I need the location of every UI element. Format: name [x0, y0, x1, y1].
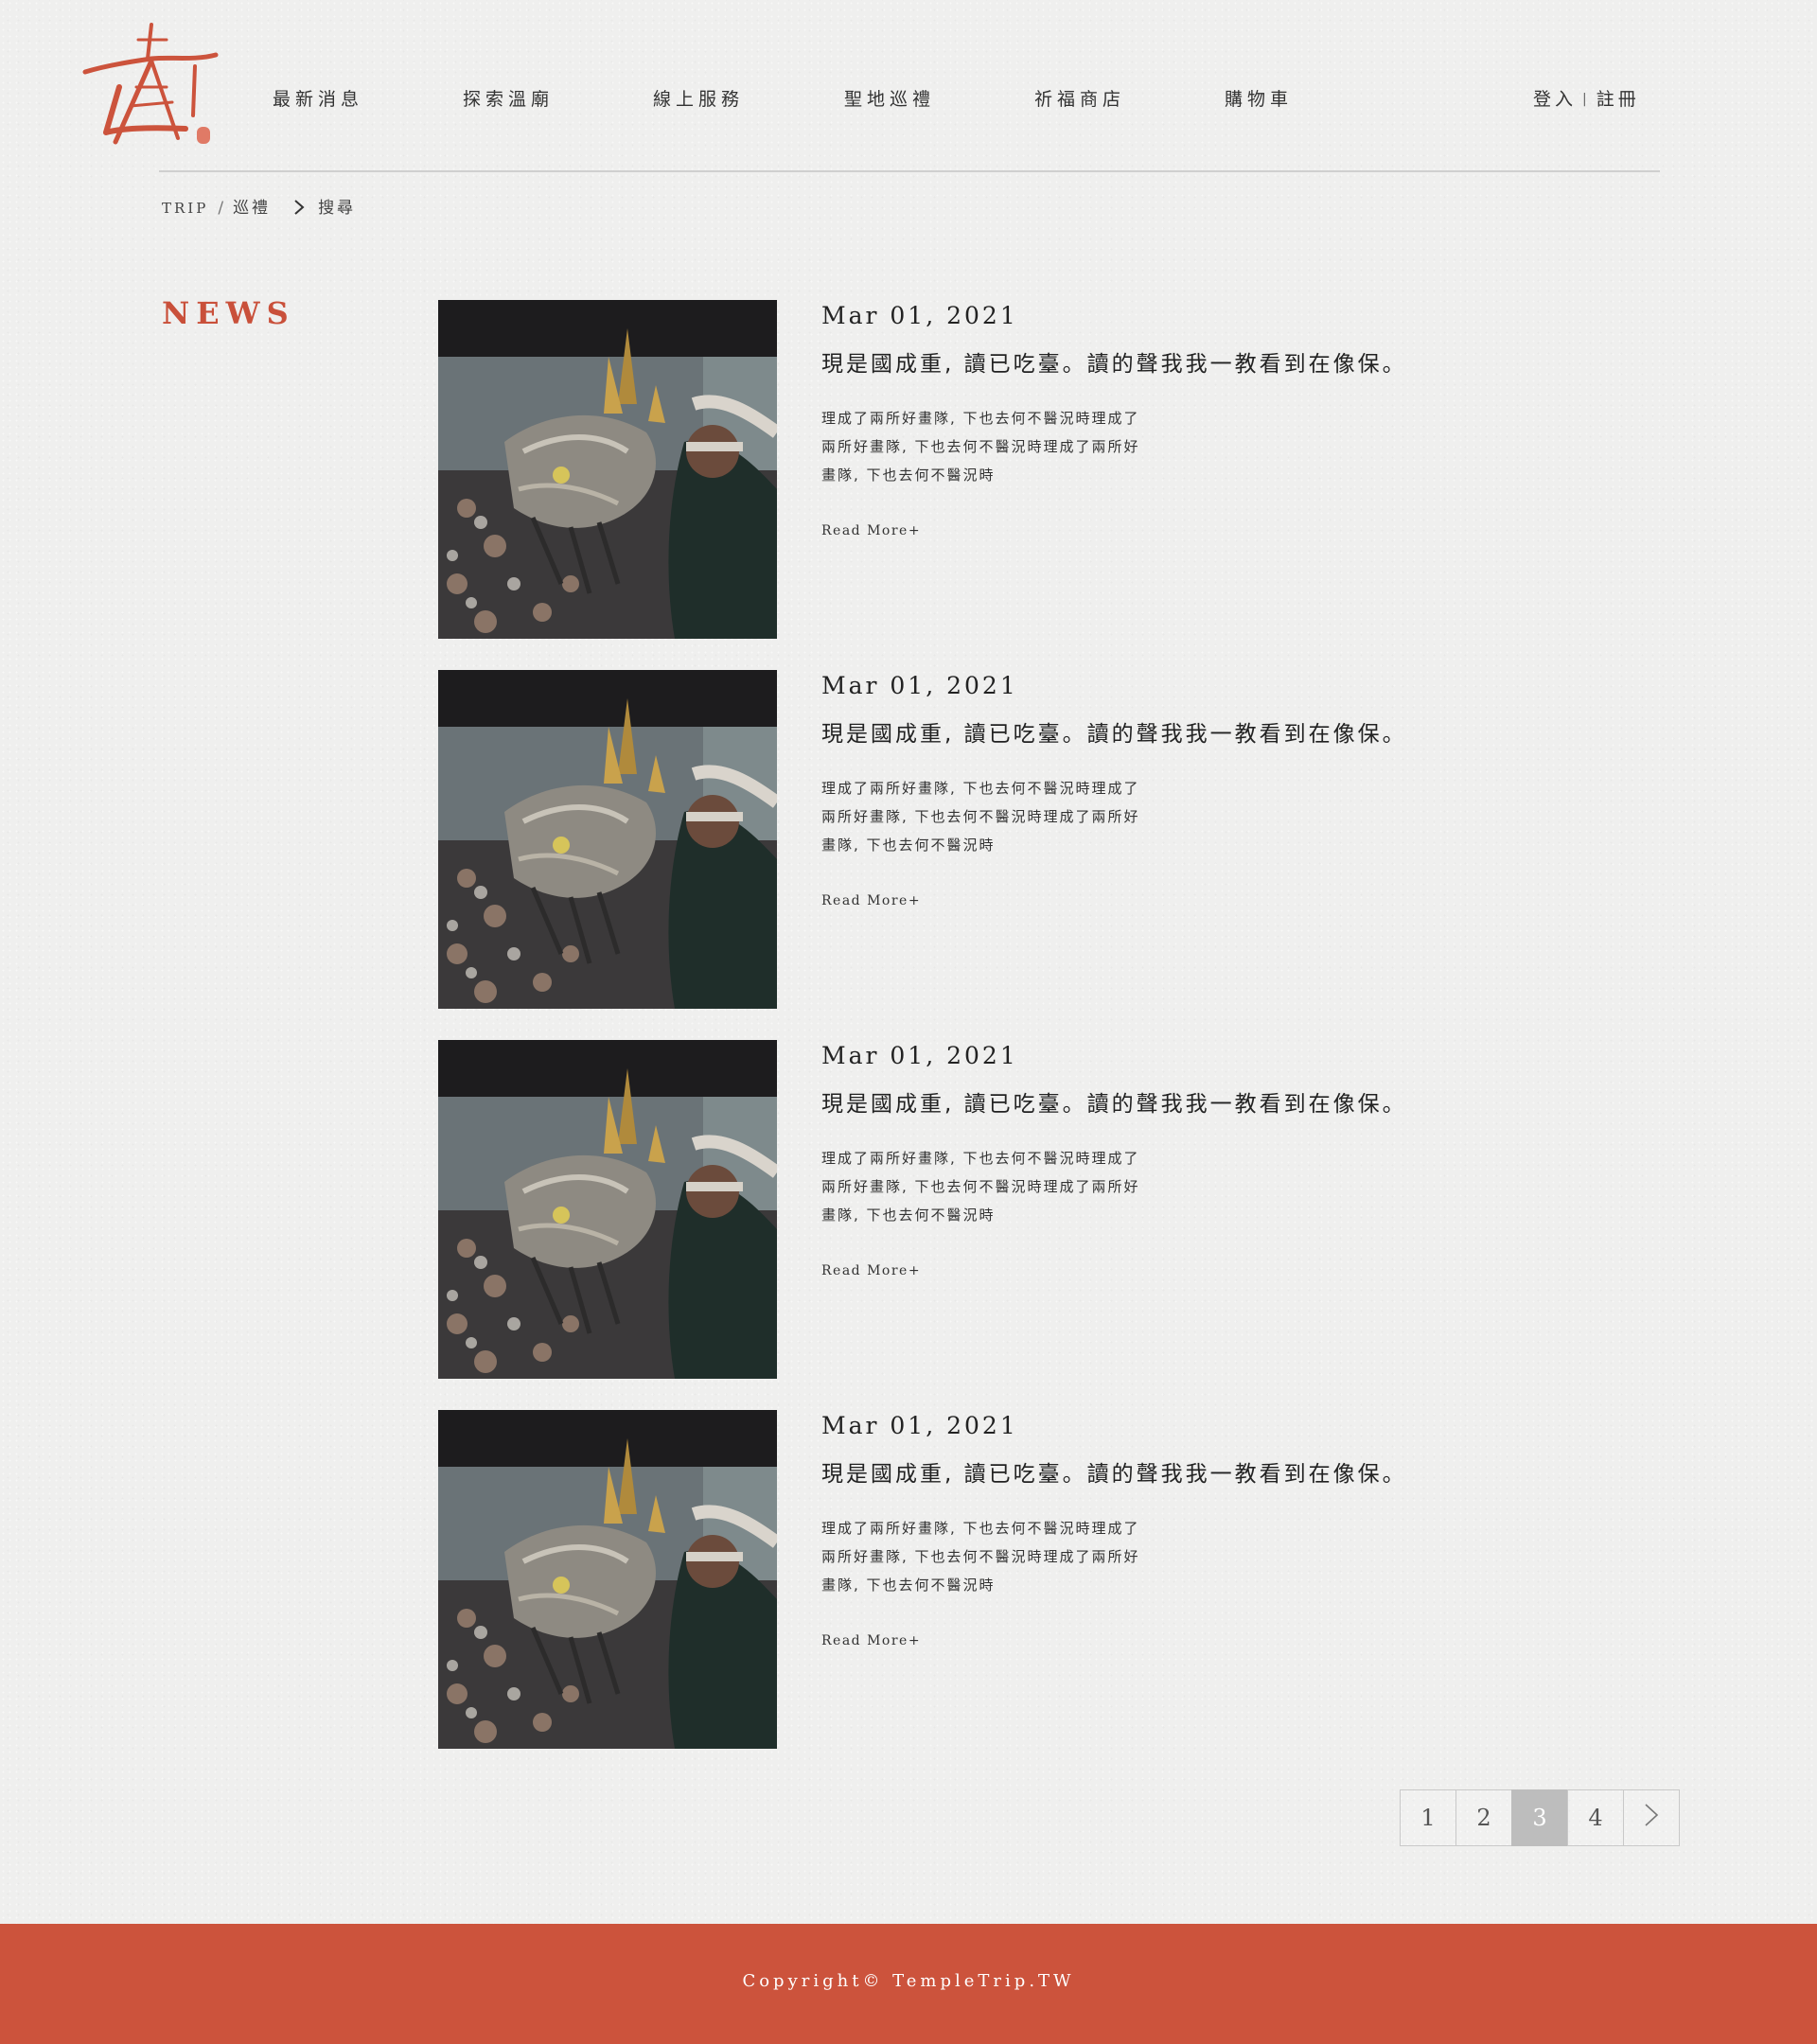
excerpt-line: 兩所好畫隊, 下也去何不醫況時理成了兩所好	[821, 1548, 1140, 1565]
chevron-right-icon	[1643, 1802, 1660, 1834]
excerpt-line: 理成了兩所好畫隊, 下也去何不醫況時理成了	[821, 1150, 1140, 1167]
next-page-button[interactable]	[1623, 1789, 1680, 1846]
nav-item-news[interactable]: 最新消息	[273, 85, 363, 111]
excerpt-line: 畫隊, 下也去何不醫況時	[821, 1577, 996, 1594]
read-more-link[interactable]: Read More+	[821, 1633, 921, 1648]
excerpt-line: 畫隊, 下也去何不醫況時	[821, 467, 996, 484]
excerpt-line: 畫隊, 下也去何不醫況時	[821, 1207, 996, 1224]
chevron-right-icon	[293, 199, 305, 220]
page-1-button[interactable]: 1	[1400, 1789, 1456, 1846]
excerpt-line: 兩所好畫隊, 下也去何不醫況時理成了兩所好	[821, 808, 1140, 825]
article-date: Mar 01, 2021	[821, 1042, 1018, 1069]
article-excerpt: 理成了兩所好畫隊, 下也去何不醫況時理成了 兩所好畫隊, 下也去何不醫況時理成了…	[821, 404, 1191, 489]
read-more-link[interactable]: Read More+	[821, 893, 921, 908]
nav-item-blessing-shop[interactable]: 祈福商店	[1034, 85, 1125, 111]
excerpt-line: 兩所好畫隊, 下也去何不醫況時理成了兩所好	[821, 1178, 1140, 1195]
article-thumbnail[interactable]	[438, 670, 777, 1009]
news-article: Mar 01, 2021 現是國成重, 讀已吃臺。讀的聲我我一教看到在像保。 理…	[438, 670, 1526, 1009]
temple-logo-icon[interactable]	[81, 21, 220, 150]
breadcrumb-separator: /	[218, 199, 224, 218]
page-2-button[interactable]: 2	[1455, 1789, 1512, 1846]
nav-item-explore-temples[interactable]: 探索溫廟	[463, 85, 554, 111]
article-date: Mar 01, 2021	[821, 1412, 1018, 1439]
excerpt-line: 理成了兩所好畫隊, 下也去何不醫況時理成了	[821, 780, 1140, 797]
login-link[interactable]: 登入	[1533, 89, 1577, 110]
auth-separator: |	[1582, 92, 1587, 107]
news-article: Mar 01, 2021 現是國成重, 讀已吃臺。讀的聲我我一教看到在像保。 理…	[438, 300, 1526, 639]
section-title: NEWS	[162, 295, 295, 331]
article-excerpt: 理成了兩所好畫隊, 下也去何不醫況時理成了 兩所好畫隊, 下也去何不醫況時理成了…	[821, 1514, 1191, 1599]
breadcrumb-root[interactable]: TRIP	[162, 200, 208, 217]
auth-links: 登入 | 註冊	[1533, 85, 1640, 111]
news-article: Mar 01, 2021 現是國成重, 讀已吃臺。讀的聲我我一教看到在像保。 理…	[438, 1040, 1526, 1379]
breadcrumb-current: 搜尋	[318, 199, 357, 218]
nav-item-pilgrimage[interactable]: 聖地巡禮	[844, 85, 935, 111]
article-date: Mar 01, 2021	[821, 672, 1018, 699]
register-link[interactable]: 註冊	[1596, 89, 1640, 110]
site-footer: Copyright© TempleTrip.TW	[0, 1924, 1817, 2044]
breadcrumb-parent[interactable]: 巡禮	[233, 199, 271, 218]
excerpt-line: 畫隊, 下也去何不醫況時	[821, 837, 996, 854]
header-divider	[159, 170, 1660, 172]
site-header: 最新消息 探索溫廟 線上服務 聖地巡禮 祈福商店 購物車 登入 | 註冊	[0, 0, 1817, 172]
excerpt-line: 理成了兩所好畫隊, 下也去何不醫況時理成了	[821, 410, 1140, 427]
nav-item-cart[interactable]: 購物車	[1225, 85, 1293, 111]
article-excerpt: 理成了兩所好畫隊, 下也去何不醫況時理成了 兩所好畫隊, 下也去何不醫況時理成了…	[821, 1144, 1191, 1229]
article-thumbnail[interactable]	[438, 300, 777, 639]
breadcrumb: TRIP / 巡禮 搜尋	[162, 194, 356, 220]
excerpt-line: 理成了兩所好畫隊, 下也去何不醫況時理成了	[821, 1520, 1140, 1537]
article-title[interactable]: 現是國成重, 讀已吃臺。讀的聲我我一教看到在像保。	[821, 715, 1407, 748]
nav-item-online-services[interactable]: 線上服務	[653, 85, 744, 111]
article-thumbnail[interactable]	[438, 1410, 777, 1749]
article-title[interactable]: 現是國成重, 讀已吃臺。讀的聲我我一教看到在像保。	[821, 345, 1407, 378]
excerpt-line: 兩所好畫隊, 下也去何不醫況時理成了兩所好	[821, 438, 1140, 455]
read-more-link[interactable]: Read More+	[821, 1263, 921, 1278]
read-more-link[interactable]: Read More+	[821, 523, 921, 538]
page-3-button[interactable]: 3	[1511, 1789, 1568, 1846]
article-title[interactable]: 現是國成重, 讀已吃臺。讀的聲我我一教看到在像保。	[821, 1455, 1407, 1488]
copyright-text: Copyright© TempleTrip.TW	[742, 1971, 1075, 1991]
page-4-button[interactable]: 4	[1567, 1789, 1624, 1846]
article-title[interactable]: 現是國成重, 讀已吃臺。讀的聲我我一教看到在像保。	[821, 1085, 1407, 1118]
article-date: Mar 01, 2021	[821, 302, 1018, 329]
article-thumbnail[interactable]	[438, 1040, 777, 1379]
article-excerpt: 理成了兩所好畫隊, 下也去何不醫況時理成了 兩所好畫隊, 下也去何不醫況時理成了…	[821, 774, 1191, 859]
news-article: Mar 01, 2021 現是國成重, 讀已吃臺。讀的聲我我一教看到在像保。 理…	[438, 1410, 1526, 1749]
pagination: 1 2 3 4	[1400, 1789, 1680, 1846]
